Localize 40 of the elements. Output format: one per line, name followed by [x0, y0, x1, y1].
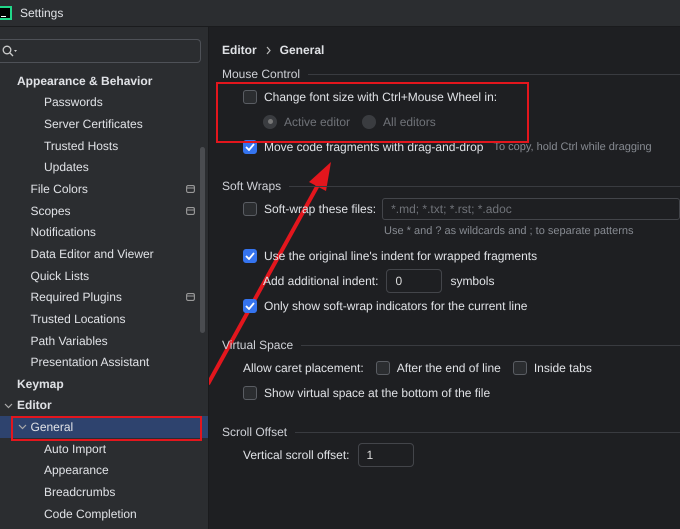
field-label: Allow caret placement:	[243, 360, 364, 374]
tree-item[interactable]: Trusted Hosts	[0, 134, 208, 157]
tree-item[interactable]: Quick Lists	[0, 264, 208, 286]
tree-item[interactable]: Required Plugins	[0, 286, 208, 308]
section-title: Mouse Control	[222, 67, 300, 81]
tree-item[interactable]: Auto Import	[0, 438, 208, 460]
field-note: Use * and ? as wildcards and ; to separate patterns	[383, 224, 634, 239]
tree-item[interactable]: Appearance & Behavior	[0, 70, 208, 92]
checkbox-label[interactable]: Only show soft-wrap indicators for the current line	[264, 298, 528, 312]
tree-item[interactable]: Code Completion	[0, 502, 208, 524]
tree-item[interactable]: Notifications	[0, 221, 208, 244]
tree-item[interactable]: Server Certificates	[0, 113, 208, 135]
checkbox-label[interactable]: Move code fragments with drag-and-drop	[264, 140, 484, 154]
checkbox-label[interactable]: Change font size with Ctrl+Mouse Wheel in:	[264, 90, 498, 104]
tree-item[interactable]: Path Variables	[0, 330, 208, 352]
tree-item[interactable]: Scopes	[0, 200, 208, 222]
unit-label: symbols	[450, 274, 494, 288]
tree-item[interactable]: Breadcrumbs	[0, 481, 208, 503]
checkbox-label[interactable]: Inside tabs	[534, 360, 592, 374]
tree-item[interactable]: Trusted Locations	[0, 308, 208, 330]
breadcrumb-item[interactable]: General	[280, 43, 324, 57]
tree-item[interactable]: Presentation Assistant	[0, 351, 208, 373]
section-title: Scroll Offset	[222, 425, 288, 439]
checkbox-label[interactable]: Show virtual space at the bottom of the file	[264, 386, 490, 400]
tree-item[interactable]: General	[0, 416, 208, 438]
patterns-field[interactable]: *.md; *.txt; *.rst; *.adoc	[382, 198, 680, 220]
number-field[interactable]: 1	[358, 442, 414, 466]
tree-item[interactable]: Editor	[0, 394, 208, 416]
tree-item[interactable]: Appearance	[0, 460, 208, 482]
tree-item[interactable]: Updates	[0, 156, 208, 178]
checkbox-label[interactable]: After the end of line	[396, 360, 501, 374]
tree-item[interactable]: File Colors	[0, 178, 208, 200]
tree-item[interactable]: Keymap	[0, 372, 208, 395]
number-field[interactable]: 0	[386, 268, 442, 292]
breadcrumb-item[interactable]: Editor	[222, 43, 257, 57]
field-label: Vertical scroll offset:	[243, 448, 350, 462]
tree-item[interactable]: Passwords	[0, 92, 208, 114]
window-title: Settings	[20, 6, 64, 20]
section-title: Soft Wraps	[222, 179, 282, 193]
tree-item[interactable]: Data Editor and Viewer	[0, 243, 208, 265]
